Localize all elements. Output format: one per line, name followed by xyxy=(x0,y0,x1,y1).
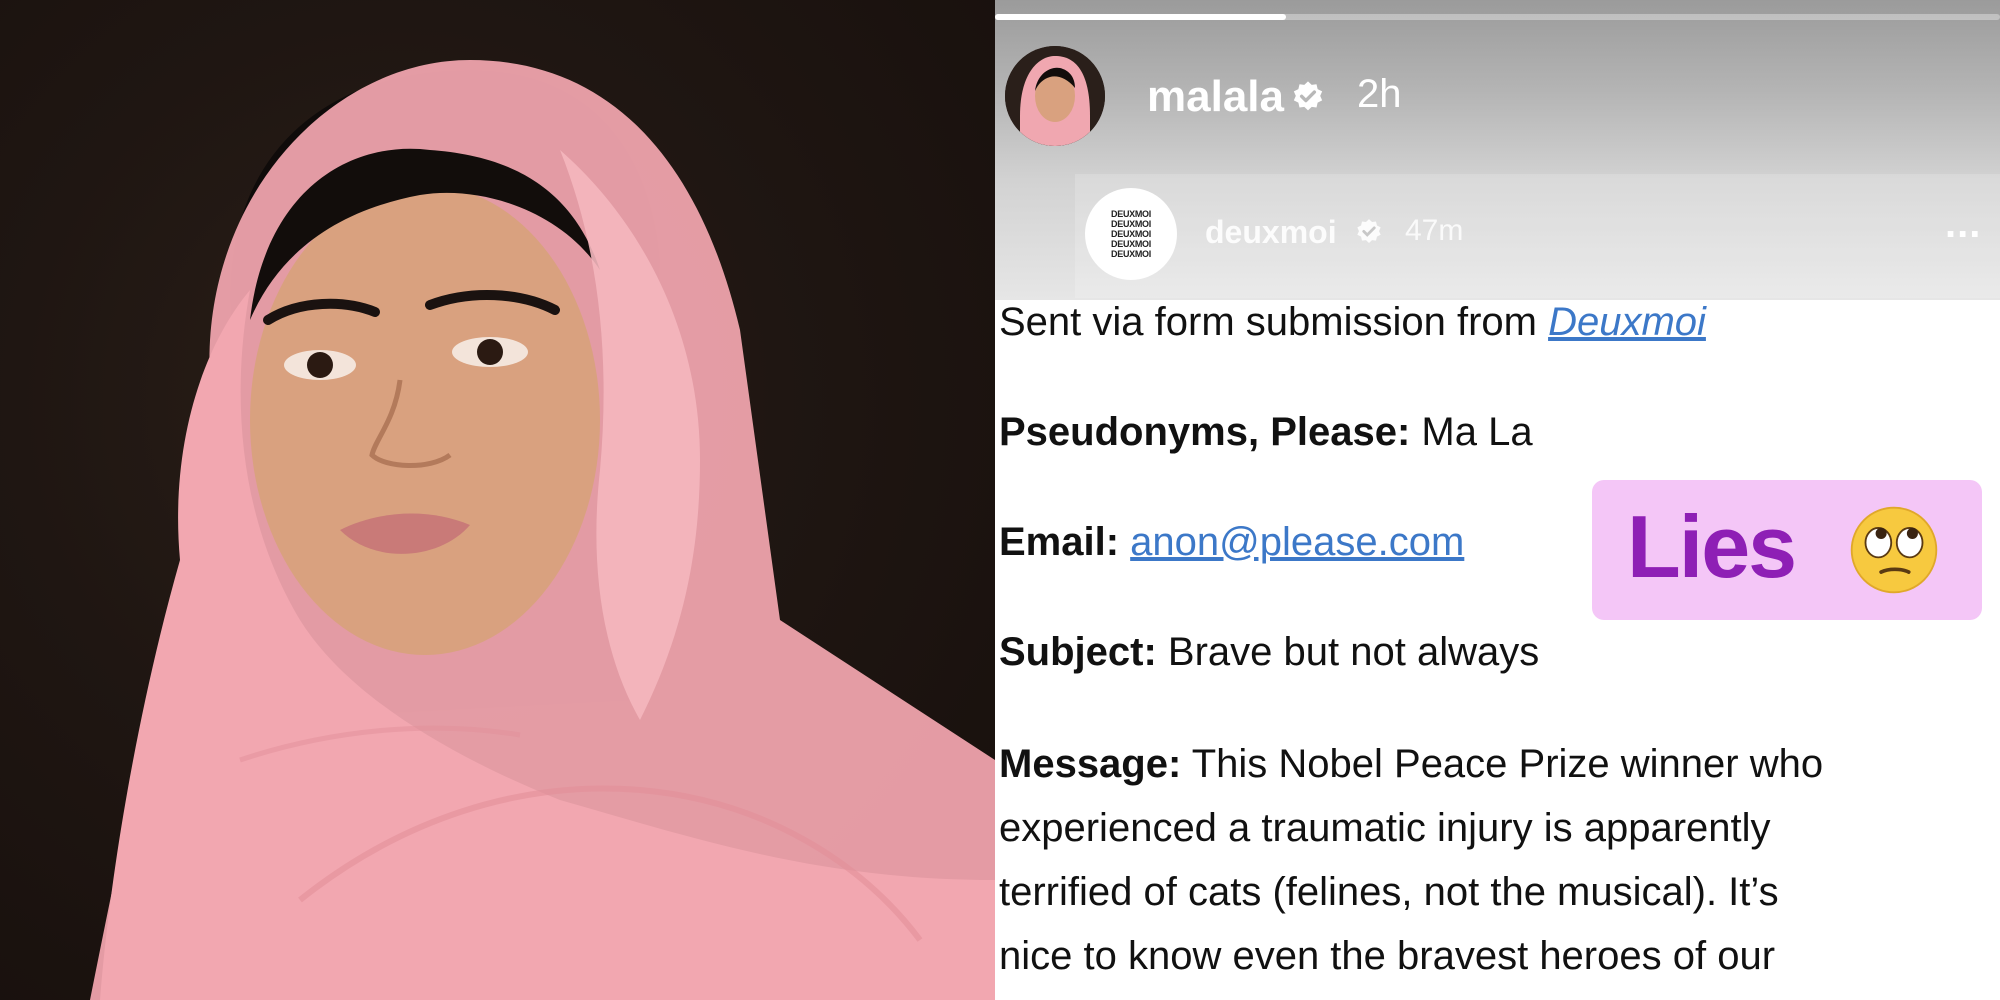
message-text: terrified of cats (felines, not the musi… xyxy=(999,870,1779,914)
message-line: Message: This Nobel Peace Prize winner w… xyxy=(999,740,1823,788)
more-options-icon[interactable]: ... xyxy=(1945,202,1981,247)
verified-badge-icon xyxy=(1293,81,1323,111)
logo-text-line: DEUXMOI xyxy=(1111,229,1151,239)
portrait-illustration xyxy=(90,60,995,1000)
subject-label: Subject: xyxy=(999,630,1157,674)
subject-value: Brave but not always xyxy=(1156,630,1540,674)
email-label: Email: xyxy=(999,520,1120,564)
story-progress-fill xyxy=(995,14,1287,20)
embedded-post-header[interactable]: DEUXMOI DEUXMOI DEUXMOI DEUXMOI DEUXMOI … xyxy=(1075,174,2000,298)
message-text: experienced a traumatic injury is appare… xyxy=(999,806,1771,850)
pseudonyms-value: Ma La xyxy=(1410,410,1533,454)
avatar[interactable] xyxy=(1005,46,1105,146)
story-header: malala 2h DEUXMOI DEUXMOI DEUXMOI DEUXMO… xyxy=(995,0,2000,300)
pseudonyms-label: Pseudonyms, Please: xyxy=(999,410,1411,454)
message-text: This Nobel Peace Prize winner who xyxy=(1181,742,1824,786)
face-with-rolling-eyes-icon xyxy=(1850,506,1938,594)
pseudonyms-line: Pseudonyms, Please: Ma La xyxy=(999,408,1533,456)
story-username[interactable]: malala xyxy=(1147,72,1284,122)
logo-text-line: DEUXMOI xyxy=(1111,209,1151,219)
email-link[interactable]: anon@please.com xyxy=(1130,520,1464,564)
message-label: Message: xyxy=(999,742,1182,786)
message-text: nice to know even the bravest heroes of … xyxy=(999,934,1776,978)
logo-text-line: DEUXMOI xyxy=(1111,249,1151,259)
sent-via-line: Sent via form submission from Deuxmoi xyxy=(999,298,1706,346)
lies-sticker[interactable]: Lies xyxy=(1592,480,1982,620)
verified-badge-icon xyxy=(1357,219,1381,243)
portrait-photo xyxy=(0,0,995,1000)
email-line: Email: anon@please.com xyxy=(999,518,1464,566)
sticker-text: Lies xyxy=(1627,497,1797,596)
logo-text-line: DEUXMOI xyxy=(1111,239,1151,249)
subject-line: Subject: Brave but not always xyxy=(999,628,1539,676)
story-progress-bar xyxy=(995,14,2000,20)
deuxmoi-link[interactable]: Deuxmoi xyxy=(1548,300,1706,344)
avatar-image xyxy=(1005,46,1105,146)
sent-via-text: Sent via form submission from xyxy=(999,300,1549,344)
story-timestamp: 2h xyxy=(1357,72,1402,116)
embedded-post-timestamp: 47m xyxy=(1405,214,1464,247)
embedded-post-username[interactable]: deuxmoi xyxy=(1205,214,1337,251)
logo-text-line: DEUXMOI xyxy=(1111,219,1151,229)
embedded-post-avatar[interactable]: DEUXMOI DEUXMOI DEUXMOI DEUXMOI DEUXMOI xyxy=(1085,188,1177,280)
